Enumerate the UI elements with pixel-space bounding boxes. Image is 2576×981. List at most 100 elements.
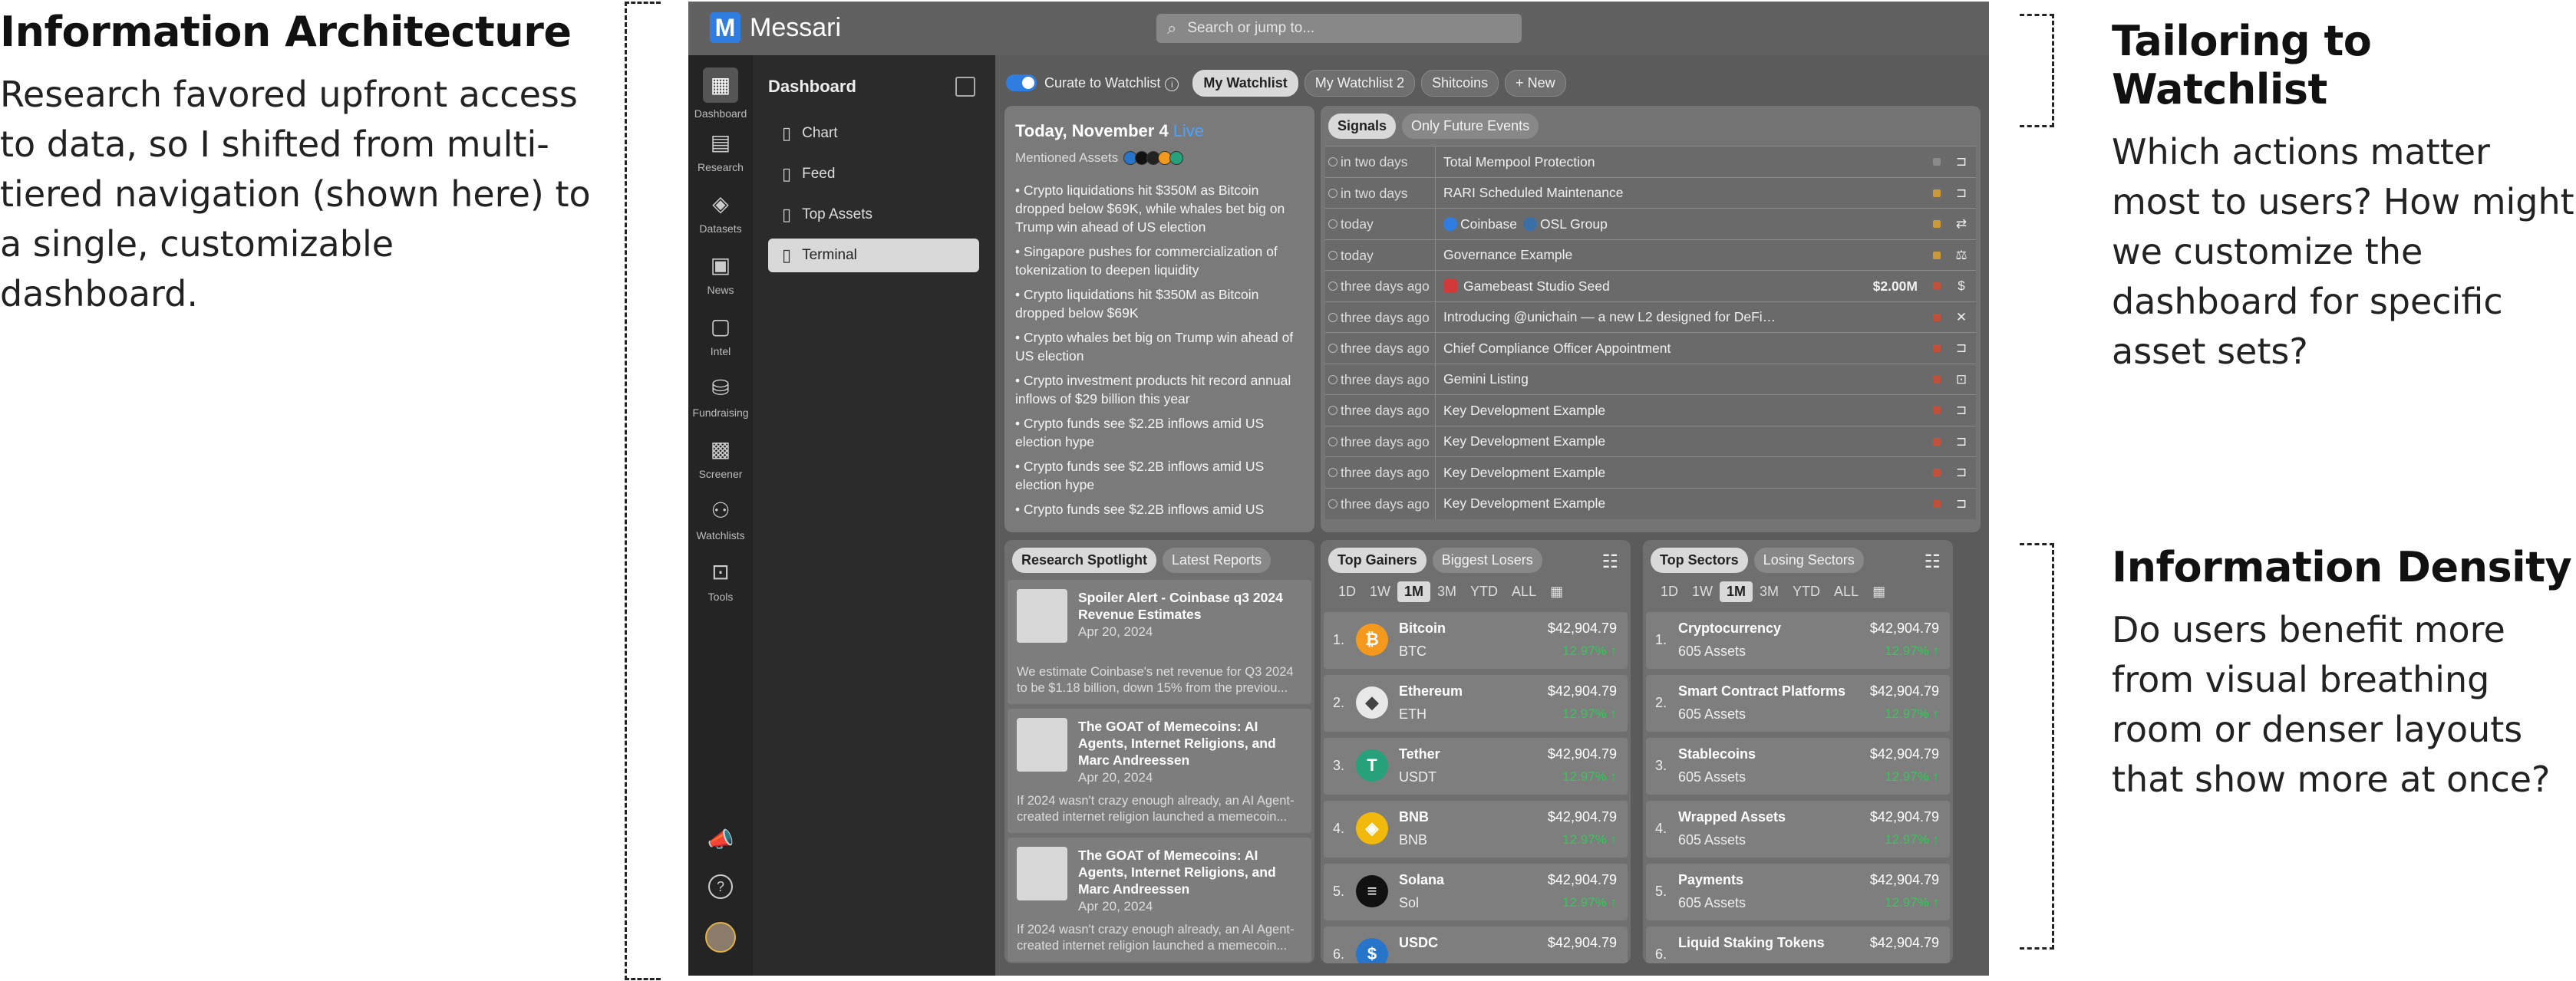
settings-sliders-icon[interactable]: ☷ [1601, 551, 1618, 573]
range-3m[interactable]: 3M [1430, 581, 1463, 602]
signal-row[interactable]: three days ago Introducing @unichain — a … [1325, 301, 1976, 333]
signal-row[interactable]: today Governance Example ⚖ [1325, 239, 1976, 271]
signal-row[interactable]: three days ago Key Development Example ⊐ [1325, 487, 1976, 519]
range-all[interactable]: ALL [1827, 581, 1865, 602]
signal-type-icon: $ [1958, 278, 1965, 293]
asset-price: $42,904.79 [1869, 746, 1939, 762]
token-icon[interactable] [1169, 151, 1184, 165]
range-1d[interactable]: 1D [1654, 581, 1685, 602]
rail-item-fundraising[interactable]: ⛁ Fundraising [688, 374, 753, 419]
rail-item-news[interactable]: ▣ News [688, 252, 753, 296]
tab-research-spotlight[interactable]: Research Spotlight [1012, 548, 1157, 573]
range-1w[interactable]: 1W [1363, 581, 1397, 602]
subnav-item-chart[interactable]: ▯ Chart [768, 117, 979, 150]
tab-only-future-events[interactable]: Only Future Events [1402, 114, 1539, 139]
entity-chip[interactable]: Coinbase [1443, 216, 1517, 232]
range-1m[interactable]: 1M [1397, 581, 1431, 602]
entity-chip[interactable]: OSL Group [1522, 216, 1608, 232]
signal-row[interactable]: three days ago Gamebeast Studio Seed $2.00… [1325, 270, 1976, 301]
asset-row[interactable]: 1. ₿ Bitcoin BTC $42,904.79 12.97% ↑ [1324, 612, 1628, 669]
range-3m[interactable]: 3M [1753, 581, 1786, 602]
sector-row[interactable]: 6. Liquid Staking Tokens $42,904.79 [1646, 927, 1950, 963]
asset-name: BNB [1399, 809, 1429, 825]
range-ytd[interactable]: YTD [1786, 581, 1827, 602]
news-headline[interactable]: • Crypto funds see $2.2B inflows amid US… [1015, 414, 1307, 451]
settings-sliders-icon[interactable]: ☷ [1924, 551, 1941, 573]
asset-row[interactable]: 5. ≡ Solana Sol $42,904.79 12.97% ↑ [1324, 864, 1628, 920]
priority-flag-icon [1933, 437, 1941, 446]
help-icon[interactable]: ? [688, 874, 753, 899]
signal-row[interactable]: in two days RARI Scheduled Maintenance ⊐ [1325, 176, 1976, 209]
news-headline[interactable]: • Crypto funds see $2.2B inflows amid US [1015, 500, 1307, 518]
range-1w[interactable]: 1W [1685, 581, 1720, 602]
asset-row[interactable]: 4. ◈ BNB BNB $42,904.79 12.97% ↑ [1324, 801, 1628, 858]
annotation-information-architecture: Information Architecture Research favore… [0, 8, 599, 319]
info-icon[interactable]: i [1165, 77, 1179, 91]
range-1m[interactable]: 1M [1720, 581, 1753, 602]
watchlist-pill[interactable]: My Watchlist [1192, 69, 1298, 97]
subnav-item-top-assets[interactable]: ▯ Top Assets [768, 198, 979, 232]
research-report-item[interactable]: Spoiler Alert - Coinbase q3 2024 Revenue… [1008, 580, 1311, 704]
subnav-item-terminal[interactable]: ▯ Terminal [768, 239, 979, 272]
report-thumbnail [1017, 589, 1067, 643]
rail-item-research[interactable]: ▤ Research [688, 129, 753, 173]
range-1d[interactable]: 1D [1331, 581, 1363, 602]
rail-item-dashboard[interactable]: ▦ Dashboard [688, 67, 753, 120]
search-bar[interactable]: ⌕ [1156, 14, 1522, 43]
tab-biggest-losers[interactable]: Biggest Losers [1432, 548, 1542, 573]
signal-row[interactable]: in two days Total Mempool Protection ⊐ [1325, 146, 1976, 177]
collapse-sidebar-icon[interactable] [955, 77, 975, 97]
watchlist-pill[interactable]: My Watchlist 2 [1304, 69, 1416, 97]
signal-row[interactable]: three days ago Gemini Listing ⊡ [1325, 363, 1976, 395]
sector-row[interactable]: 3. Stablecoins 605 Assets $42,904.79 12.97% … [1646, 738, 1950, 795]
research-report-item[interactable]: The GOAT of Memecoins: AI Agents, Intern… [1008, 709, 1311, 833]
messari-logo[interactable]: M Messari [710, 12, 841, 43]
news-headline[interactable]: • Crypto funds see $2.2B inflows amid US… [1015, 457, 1307, 494]
rail-item-screener[interactable]: ▩ Screener [688, 436, 753, 480]
curate-watchlist-toggle[interactable] [1006, 74, 1037, 91]
search-input[interactable] [1186, 19, 1496, 38]
tab-latest-reports[interactable]: Latest Reports [1163, 548, 1272, 573]
sector-row[interactable]: 4. Wrapped Assets 605 Assets $42,904.79 12.9… [1646, 801, 1950, 858]
news-headline[interactable]: • Crypto investment products hit record … [1015, 371, 1307, 408]
rail-item-watchlists[interactable]: ⚇ Watchlists [688, 497, 753, 542]
signal-row[interactable]: three days ago Key Development Example ⊐ [1325, 456, 1976, 488]
priority-flag-icon [1933, 251, 1941, 259]
range-ytd[interactable]: YTD [1463, 581, 1505, 602]
sector-row[interactable]: 2. Smart Contract Platforms 605 Assets $42,… [1646, 675, 1950, 732]
signal-row[interactable]: three days ago Key Development Example ⊐ [1325, 425, 1976, 457]
avatar: ● [705, 922, 736, 953]
news-list: • Crypto liquidations hit $350M as Bitco… [1015, 181, 1307, 525]
news-headline[interactable]: • Crypto whales bet big on Trump win ahe… [1015, 328, 1307, 365]
rail-item-tools[interactable]: ⊡ Tools [688, 558, 753, 603]
signal-row[interactable]: three days ago Key Development Example ⊐ [1325, 394, 1976, 426]
news-headline[interactable]: • Crypto liquidations hit $350M as Bitco… [1015, 181, 1307, 236]
calendar-icon[interactable]: ▦ [1543, 581, 1570, 602]
news-headline[interactable]: • Crypto liquidations hit $350M as Bitco… [1015, 285, 1307, 322]
tab-signals[interactable]: Signals [1328, 114, 1397, 139]
research-report-item[interactable]: The GOAT of Memecoins: AI Agents, Intern… [1008, 838, 1311, 962]
news-headline[interactable]: • Singapore pushes for commercialization… [1015, 242, 1307, 279]
sector-row[interactable]: 5. Payments 605 Assets $42,904.79 12.97% ↑ [1646, 864, 1950, 920]
subnav-item-feed[interactable]: ▯ Feed [768, 157, 979, 191]
watchlist-pill[interactable]: + New [1505, 69, 1566, 97]
priority-flag-icon [1933, 375, 1941, 384]
asset-row[interactable]: 2. ◆ Ethereum ETH $42,904.79 12.97% ↑ [1324, 675, 1628, 732]
megaphone-icon[interactable]: 📣 [688, 826, 753, 854]
asset-row[interactable]: 3. T Tether USDT $42,904.79 12.97% ↑ [1324, 738, 1628, 795]
tab-top-gainers[interactable]: Top Gainers [1328, 548, 1427, 573]
asset-row[interactable]: 6. $ USDC $42,904.79 [1324, 927, 1628, 963]
signal-row[interactable]: today Coinbase OSL Group ⇄ [1325, 208, 1976, 239]
tab-losing-sectors[interactable]: Losing Sectors [1753, 548, 1864, 573]
signal-time: three days ago [1325, 395, 1436, 426]
calendar-icon[interactable]: ▦ [1865, 581, 1892, 602]
rail-item-datasets[interactable]: ◈ Datasets [688, 190, 753, 235]
rail-item-intel[interactable]: ▢ Intel [688, 313, 753, 357]
range-all[interactable]: ALL [1505, 581, 1543, 602]
tab-top-sectors[interactable]: Top Sectors [1651, 548, 1748, 573]
sector-row[interactable]: 1. Cryptocurrency 605 Assets $42,904.79 12.9… [1646, 612, 1950, 669]
watchlist-pill[interactable]: Shitcoins [1421, 69, 1499, 97]
signal-row[interactable]: three days ago Chief Compliance Officer A… [1325, 332, 1976, 364]
avatar[interactable]: ● [688, 922, 753, 953]
top-gainers-card: Top Gainers Biggest Losers ☷ 1D 1W 1M 3M YTD A… [1321, 540, 1631, 963]
